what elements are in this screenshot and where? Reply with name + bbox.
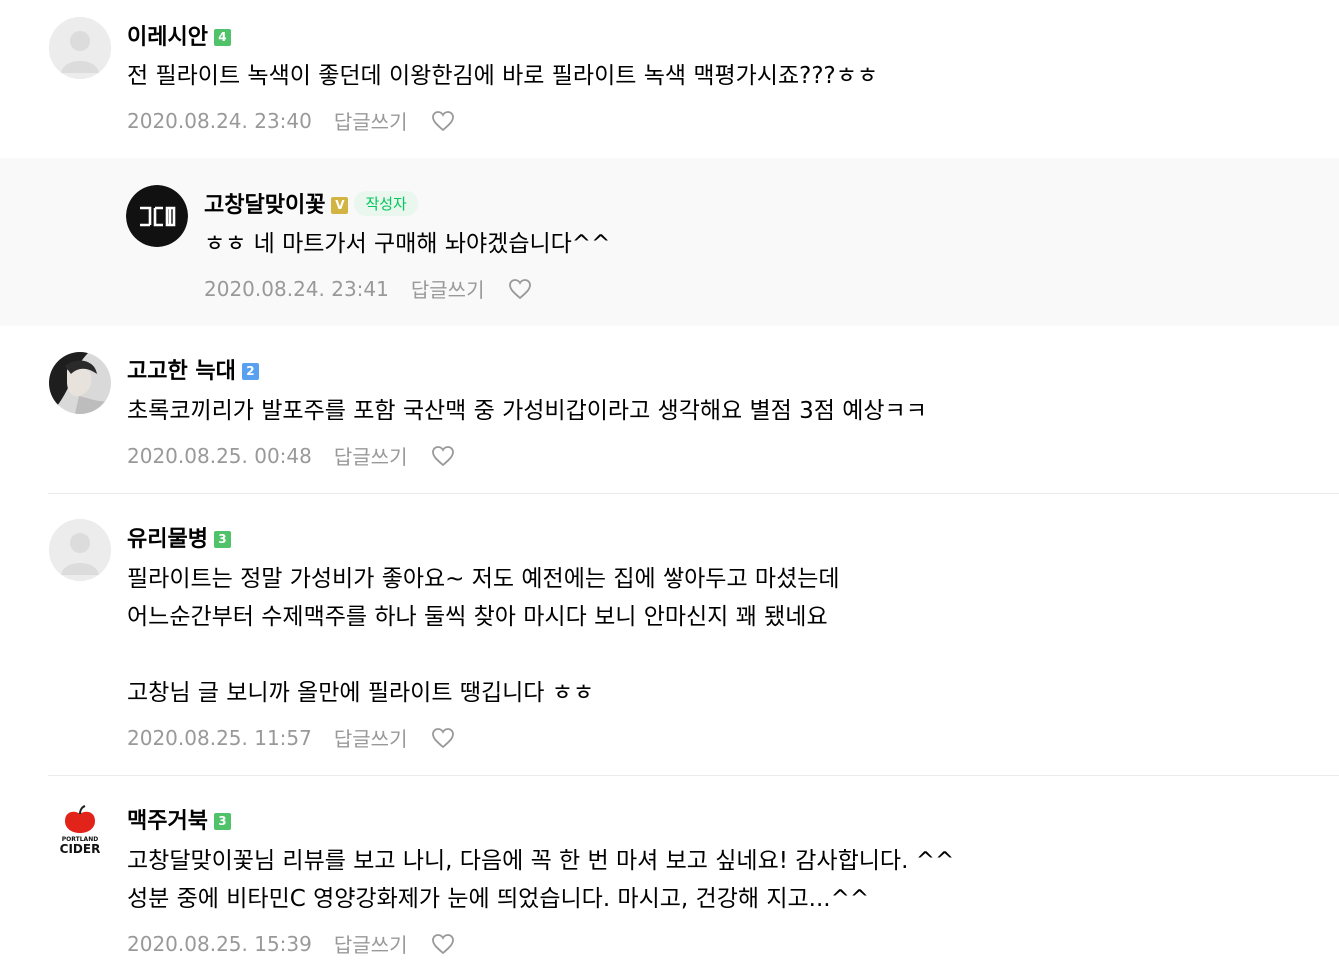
level-badge-icon: 3 — [213, 813, 231, 830]
heart-icon[interactable] — [431, 110, 455, 132]
comment-meta: 2020.08.25. 11:57 답글쓰기 — [127, 723, 455, 752]
comment-text: 초록코끼리가 발포주를 포함 국산맥 중 가성비갑이라고 생각해요 별점 3점 … — [127, 392, 927, 430]
comment-line: 성분 중에 비타민C 영양강화제가 눈에 띄었습니다. 마시고, 건강해 지고.… — [127, 886, 870, 912]
nickname-text: 맥주거북 — [127, 809, 208, 834]
comment-text: ㅎㅎ 네 마트가서 구매해 놔야겠습니다^^ — [204, 225, 610, 263]
comment-line: 초록코끼리가 발포주를 포함 국산맥 중 가성비갑이라고 생각해요 별점 3점 … — [127, 398, 927, 424]
svg-text:CIDER: CIDER — [60, 842, 101, 856]
level-badge-icon: 3 — [213, 531, 231, 548]
comment-line: 필라이트는 정말 가성비가 좋아요~ 저도 예전에는 집에 쌓아두고 마셨는데 — [127, 566, 840, 592]
nickname-text: 유리물병 — [127, 527, 208, 552]
comment-line: 전 필라이트 녹색이 좋던데 이왕한김에 바로 필라이트 녹색 맥평가시죠???… — [127, 63, 879, 89]
comment-date: 2020.08.25. 00:48 — [127, 443, 312, 468]
comment-nickname[interactable]: 이레시안 4 — [127, 19, 231, 51]
comment-text: 고창달맞이꽃님 리뷰를 보고 나니, 다음에 꼭 한 번 마셔 보고 싶네요! … — [127, 842, 954, 918]
reply-comment-item: 고창달맞이꽃 V 작성자 ㅎㅎ 네 마트가서 구매해 놔야겠습니다^^ 2020.0… — [0, 158, 1339, 326]
heart-icon[interactable] — [508, 278, 532, 300]
reply-button[interactable]: 답글쓰기 — [411, 274, 485, 303]
comment-meta: 2020.08.25. 15:39 답글쓰기 — [127, 929, 455, 958]
heart-icon[interactable] — [431, 445, 455, 467]
level-badge-icon: V — [331, 197, 349, 214]
nickname-text: 고창달맞이꽃 — [204, 193, 326, 218]
author-avatar[interactable] — [126, 185, 188, 247]
comment-line: ㅎㅎ 네 마트가서 구매해 놔야겠습니다^^ — [204, 231, 611, 257]
comment-item: 고고한 늑대 2 초록코끼리가 발포주를 포함 국산맥 중 가성비갑이라고 생각해… — [0, 326, 1339, 494]
comment-meta: 2020.08.24. 23:40 답글쓰기 — [127, 106, 455, 135]
comment-nickname[interactable]: 고창달맞이꽃 V 작성자 — [204, 187, 418, 219]
comment-nickname[interactable]: 고고한 늑대 2 — [127, 353, 259, 385]
default-avatar-icon[interactable] — [49, 519, 111, 581]
cider-logo-icon[interactable]: PORTLAND CIDER — [49, 802, 111, 864]
comment-nickname[interactable]: 맥주거북 3 — [127, 803, 231, 835]
comment-line: 고창달맞이꽃님 리뷰를 보고 나니, 다음에 꼭 한 번 마셔 보고 싶네요! … — [127, 848, 955, 874]
level-badge-icon: 4 — [213, 29, 231, 46]
comment-item: 이레시안 4 전 필라이트 녹색이 좋던데 이왕한김에 바로 필라이트 녹색 맥평… — [0, 0, 1339, 158]
reply-button[interactable]: 답글쓰기 — [334, 723, 408, 752]
comment-date: 2020.08.24. 23:40 — [127, 108, 312, 133]
level-badge-icon: 2 — [241, 363, 259, 380]
comment-date: 2020.08.25. 11:57 — [127, 725, 312, 750]
heart-icon[interactable] — [431, 727, 455, 749]
comment-text: 필라이트는 정말 가성비가 좋아요~ 저도 예전에는 집에 쌓아두고 마셨는데 … — [127, 560, 840, 712]
comment-date: 2020.08.24. 23:41 — [204, 276, 389, 301]
reply-button[interactable]: 답글쓰기 — [334, 441, 408, 470]
comment-meta: 2020.08.25. 00:48 답글쓰기 — [127, 441, 455, 470]
comment-line — [127, 636, 840, 674]
comment-meta: 2020.08.24. 23:41 답글쓰기 — [204, 274, 532, 303]
default-avatar-icon[interactable] — [49, 17, 111, 79]
profile-photo-avatar[interactable] — [49, 352, 111, 414]
comment-date: 2020.08.25. 15:39 — [127, 931, 312, 956]
comment-line: 어느순간부터 수제맥주를 하나 둘씩 찾아 마시다 보니 안마신지 꽤 됐네요 — [127, 604, 828, 630]
comment-line: 고창님 글 보니까 올만에 필라이트 땡깁니다 ㅎㅎ — [127, 680, 595, 706]
author-badge: 작성자 — [354, 191, 418, 216]
comment-item: PORTLAND CIDER 맥주거북 3 고창달맞이꽃님 리뷰를 보고 나니, … — [0, 776, 1339, 975]
comment-item: 유리물병 3 필라이트는 정말 가성비가 좋아요~ 저도 예전에는 집에 쌓아두고… — [0, 494, 1339, 776]
reply-button[interactable]: 답글쓰기 — [334, 929, 408, 958]
reply-button[interactable]: 답글쓰기 — [334, 106, 408, 135]
heart-icon[interactable] — [431, 933, 455, 955]
nickname-text: 이레시안 — [127, 25, 208, 50]
comment-text: 전 필라이트 녹색이 좋던데 이왕한김에 바로 필라이트 녹색 맥평가시죠???… — [127, 57, 878, 95]
nickname-text: 고고한 늑대 — [127, 359, 236, 384]
comment-nickname[interactable]: 유리물병 3 — [127, 521, 231, 553]
